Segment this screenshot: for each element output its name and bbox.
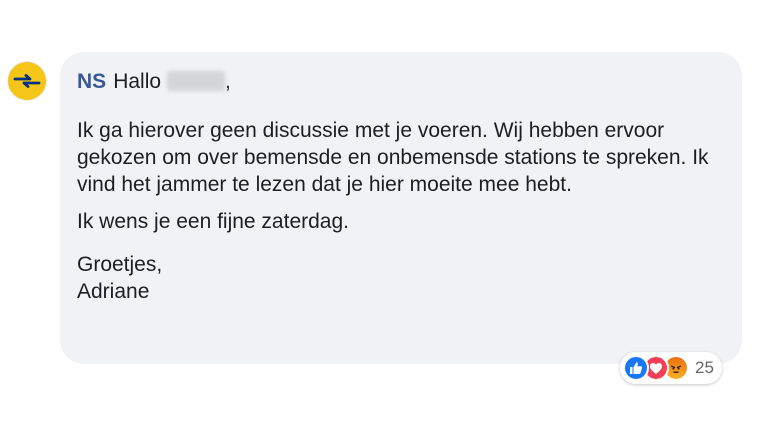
comment-header: NS Hallo , <box>77 66 724 96</box>
comment-bubble: NS Hallo , Ik ga hierover geen discussie… <box>60 52 742 364</box>
redacted-name <box>167 71 226 91</box>
ns-logo-icon <box>13 74 41 88</box>
greeting-comma: , <box>225 69 231 93</box>
comment-signature: Adriane <box>77 280 150 303</box>
reactions-summary[interactable]: 25 <box>620 352 722 384</box>
reaction-count: 25 <box>695 358 714 377</box>
ns-avatar[interactable] <box>8 62 46 100</box>
greeting: Hallo <box>113 69 162 93</box>
comment-paragraph: Ik ga hierover geen discussie met je voe… <box>77 119 709 196</box>
comment-signoff: Groetjes, <box>77 253 163 276</box>
comment-paragraph: Ik wens je een fijne zaterdag. <box>77 210 349 233</box>
author-name[interactable]: NS <box>77 68 106 95</box>
like-icon <box>623 355 649 381</box>
